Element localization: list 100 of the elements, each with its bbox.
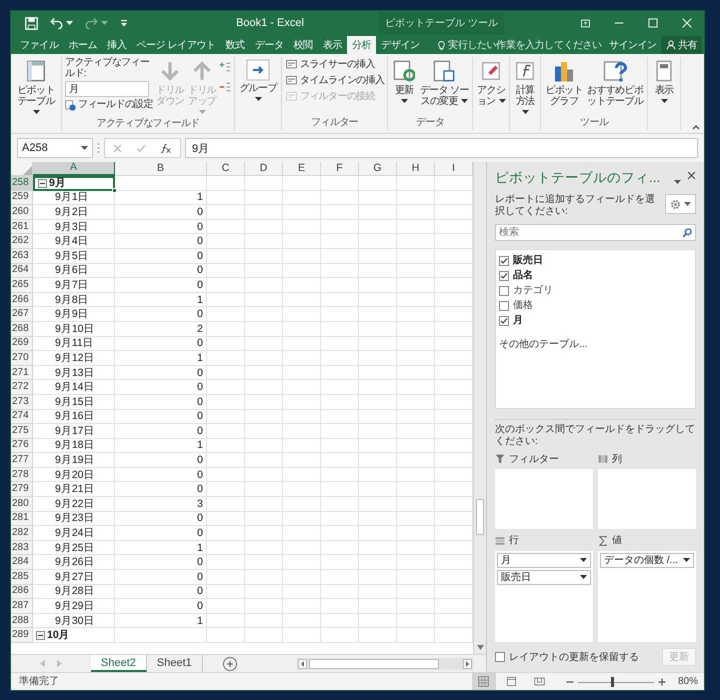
empty-cell[interactable] xyxy=(321,555,359,570)
empty-cell[interactable] xyxy=(321,292,359,308)
empty-cell[interactable] xyxy=(283,205,321,220)
empty-cell[interactable] xyxy=(283,453,321,468)
empty-cell[interactable] xyxy=(283,468,321,482)
empty-cell[interactable] xyxy=(283,584,321,600)
empty-cell[interactable] xyxy=(359,570,397,585)
more-tables-link[interactable]: その他のテーブル... xyxy=(499,337,692,352)
column-header[interactable]: E xyxy=(283,162,321,176)
empty-cell[interactable] xyxy=(397,424,435,439)
horizontal-scrollbar[interactable] xyxy=(297,658,473,670)
empty-cell[interactable] xyxy=(397,351,435,366)
checkbox[interactable] xyxy=(499,270,509,280)
empty-cell[interactable] xyxy=(321,526,359,541)
ribbon-tab[interactable]: ファイル xyxy=(15,36,64,54)
empty-cell[interactable] xyxy=(321,248,359,264)
empty-cell[interactable] xyxy=(397,322,435,337)
empty-cell[interactable] xyxy=(397,220,435,234)
empty-cell[interactable] xyxy=(283,628,321,643)
empty-cell[interactable] xyxy=(321,584,359,600)
empty-cell[interactable] xyxy=(359,410,397,424)
empty-cell[interactable] xyxy=(207,234,245,249)
empty-cell[interactable] xyxy=(397,278,435,293)
empty-cell[interactable] xyxy=(321,628,359,643)
empty-cell[interactable] xyxy=(245,234,283,249)
empty-cell[interactable] xyxy=(397,497,435,512)
empty-cell[interactable] xyxy=(321,176,359,191)
empty-cell[interactable] xyxy=(321,322,359,337)
row-header[interactable]: 286 xyxy=(11,584,33,600)
row-header[interactable]: 273 xyxy=(11,394,33,410)
show-button[interactable]: 表示 xyxy=(651,57,678,107)
empty-cell[interactable] xyxy=(283,438,321,454)
empty-cell[interactable] xyxy=(359,190,397,206)
formula-field[interactable]: 9月 xyxy=(185,138,698,158)
empty-cell[interactable] xyxy=(283,410,321,424)
empty-cell[interactable] xyxy=(245,512,283,526)
empty-cell[interactable] xyxy=(321,366,359,380)
empty-cell[interactable] xyxy=(207,570,245,585)
empty-cell[interactable] xyxy=(245,570,283,585)
empty-cell[interactable] xyxy=(207,614,245,628)
ribbon-tab[interactable]: ホーム xyxy=(63,36,102,54)
empty-cell[interactable] xyxy=(359,176,397,191)
ribbon-tab[interactable]: ページ レイアウト xyxy=(131,36,221,54)
empty-cell[interactable] xyxy=(397,410,435,424)
empty-cell[interactable] xyxy=(321,234,359,249)
empty-cell[interactable] xyxy=(207,410,245,424)
refresh-button[interactable]: 更新 xyxy=(391,57,418,107)
row-header[interactable]: 281 xyxy=(11,512,33,526)
fill-handle[interactable] xyxy=(112,188,117,193)
empty-cell[interactable] xyxy=(397,628,435,643)
empty-cell[interactable] xyxy=(245,540,283,556)
empty-cell[interactable] xyxy=(321,394,359,410)
empty-cell[interactable] xyxy=(245,438,283,454)
empty-cell[interactable] xyxy=(359,234,397,249)
row-header[interactable]: 258 xyxy=(11,176,33,191)
empty-cell[interactable] xyxy=(397,380,435,395)
empty-cell[interactable] xyxy=(397,234,435,249)
empty-cell[interactable] xyxy=(359,482,397,498)
empty-cell[interactable] xyxy=(397,307,435,322)
empty-cell[interactable] xyxy=(283,351,321,366)
empty-cell[interactable] xyxy=(207,190,245,206)
empty-cell[interactable] xyxy=(207,526,245,541)
empty-cell[interactable] xyxy=(245,526,283,541)
empty-cell[interactable] xyxy=(397,614,435,628)
column-header[interactable]: F xyxy=(321,162,359,176)
empty-cell[interactable] xyxy=(283,555,321,570)
empty-cell[interactable] xyxy=(397,512,435,526)
row-header[interactable]: 272 xyxy=(11,380,33,395)
tell-me-box[interactable]: 実行したい作業を入力してください xyxy=(434,36,605,54)
row-header[interactable]: 266 xyxy=(11,292,33,308)
empty-cell[interactable] xyxy=(207,336,245,352)
row-header[interactable]: 284 xyxy=(11,555,33,570)
empty-cell[interactable] xyxy=(245,599,283,614)
empty-cell[interactable] xyxy=(283,292,321,308)
empty-cell[interactable] xyxy=(359,264,397,278)
filter-command-button[interactable]: スライサーの挿入 xyxy=(285,58,384,71)
empty-cell[interactable] xyxy=(321,468,359,482)
empty-cell[interactable] xyxy=(397,570,435,585)
empty-cell[interactable] xyxy=(359,468,397,482)
empty-cell[interactable] xyxy=(245,278,283,293)
empty-cell[interactable] xyxy=(245,468,283,482)
empty-cell[interactable] xyxy=(245,205,283,220)
empty-cell[interactable] xyxy=(283,482,321,498)
empty-cell[interactable] xyxy=(207,322,245,337)
empty-cell[interactable] xyxy=(283,570,321,585)
empty-cell[interactable] xyxy=(397,526,435,541)
row-header[interactable]: 260 xyxy=(11,205,33,220)
checkbox[interactable] xyxy=(499,300,509,310)
row-header[interactable]: 274 xyxy=(11,410,33,424)
collapse-icon[interactable] xyxy=(38,178,47,188)
field-chip[interactable]: データの個数 /... xyxy=(600,552,694,568)
empty-cell[interactable] xyxy=(207,584,245,600)
empty-cell[interactable] xyxy=(397,248,435,264)
empty-cell[interactable] xyxy=(321,278,359,293)
empty-cell[interactable] xyxy=(245,292,283,308)
empty-cell[interactable] xyxy=(321,336,359,352)
row-header[interactable]: 271 xyxy=(11,366,33,380)
row-header[interactable]: 261 xyxy=(11,220,33,234)
column-header[interactable]: C xyxy=(207,162,245,176)
empty-cell[interactable] xyxy=(359,380,397,395)
